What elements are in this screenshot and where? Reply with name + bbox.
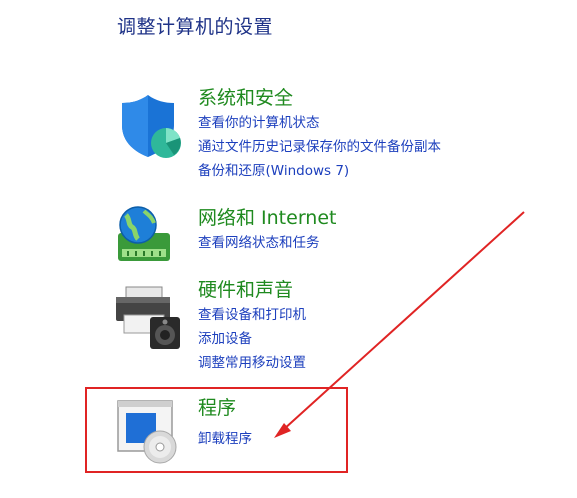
page-title: 调整计算机的设置 [117,16,274,38]
link-file-history-backup[interactable]: 通过文件历史记录保存你的文件备份副本 [198,135,441,159]
category-title-network-internet[interactable]: 网络和 Internet [198,205,336,231]
shield-icon[interactable] [114,91,182,159]
category-text: 硬件和声音 查看设备和打印机 添加设备 调整常用移动设置 [198,277,306,375]
category-title-system-security[interactable]: 系统和安全 [198,85,441,111]
category-hardware-sound: 硬件和声音 查看设备和打印机 添加设备 调整常用移动设置 [106,277,526,377]
printer-speaker-icon[interactable] [114,283,182,351]
category-network-internet: 网络和 Internet 查看网络状态和任务 [106,205,526,267]
category-title-hardware-sound[interactable]: 硬件和声音 [198,277,306,303]
link-view-devices-printers[interactable]: 查看设备和打印机 [198,303,306,327]
link-add-device[interactable]: 添加设备 [198,327,306,351]
category-text: 网络和 Internet 查看网络状态和任务 [198,205,336,255]
link-mobility-settings[interactable]: 调整常用移动设置 [198,351,306,375]
category-system-security: 系统和安全 查看你的计算机状态 通过文件历史记录保存你的文件备份副本 备份和还原… [106,85,526,195]
annotation-highlight-box [85,387,348,473]
link-view-network-status[interactable]: 查看网络状态和任务 [198,231,336,255]
link-view-computer-status[interactable]: 查看你的计算机状态 [198,111,441,135]
control-panel-page: 调整计算机的设置 系统和安全 查看你的计算机状态 通过文件历史记录保存你的文件备… [0,0,577,498]
category-text: 系统和安全 查看你的计算机状态 通过文件历史记录保存你的文件备份副本 备份和还原… [198,85,441,183]
link-backup-restore[interactable]: 备份和还原(Windows 7) [198,159,441,183]
network-globe-icon[interactable] [114,203,182,271]
